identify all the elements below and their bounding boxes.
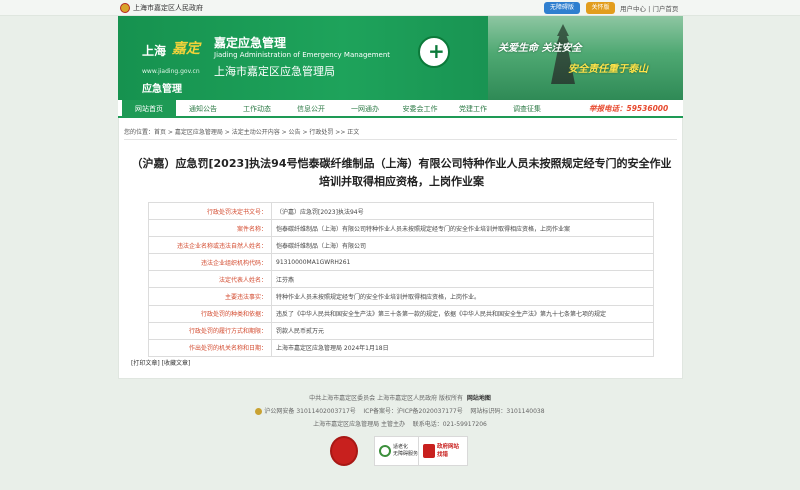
row-label: 作出处罚的机关名称和日期：	[148, 338, 272, 357]
footer-host: 上海市嘉定区应急管理局 主管主办	[313, 421, 406, 428]
banner-slogan-2: 安全责任重于泰山	[568, 64, 648, 75]
footer-copyright: 中共上海市嘉定区委员会 上海市嘉定区人民政府 版权所有	[309, 395, 463, 402]
table-row: 案件名称： 恺泰碳纤维制品（上海）有限公司特种作业人员未按照规定经专门的安全作业培…	[148, 219, 654, 238]
footer-icp[interactable]: ICP备案号：沪ICP备2020037177号	[363, 408, 462, 415]
elder-mode-button[interactable]: 关怀版	[586, 2, 615, 14]
row-label: 法定代表人姓名：	[148, 270, 272, 289]
nav-item-party-building[interactable]: 党建工作	[450, 100, 496, 118]
row-label: 违法企业名称或违法自然人姓名：	[148, 236, 272, 255]
banner-title-cn: 嘉定应急管理	[214, 36, 287, 50]
header-banner: 上海 嘉定 www.jiading.gov.cn 应急管理 嘉定应急管理 Jia…	[118, 16, 683, 100]
breadcrumb-path[interactable]: 首页 > 嘉定区应急管理局 > 法定主动公开内容 > 公告 > 行政处罚 >> …	[154, 129, 359, 136]
page-container: 上海 嘉定 www.jiading.gov.cn 应急管理 嘉定应急管理 Jia…	[118, 16, 683, 379]
footer-site-code: 网站标识码：3101140038	[470, 408, 545, 415]
report-hotline: 举报电话：59536000	[589, 104, 669, 113]
site-logo[interactable]: 上海 嘉定 www.jiading.gov.cn 应急管理	[128, 26, 208, 95]
elderly-accessibility-label: 适老化 无障碍服务	[393, 444, 419, 457]
emergency-seal-icon	[418, 36, 450, 68]
nav-item-survey[interactable]: 调查征集	[504, 100, 550, 118]
banner-agency-name: 上海市嘉定区应急管理局	[214, 65, 335, 78]
row-label: 主要违法事实：	[148, 287, 272, 306]
article-panel: 您的位置：首页 > 嘉定区应急管理局 > 法定主动公开内容 > 公告 > 行政处…	[118, 118, 683, 379]
footer-phone: 联系电话：021-59917206	[412, 421, 487, 428]
portal-home-link[interactable]: 门户首页	[652, 5, 678, 13]
breadcrumb-prefix: 您的位置：	[124, 129, 155, 136]
row-value: 罚款人民币贰万元	[271, 321, 654, 340]
footer-badges: 适老化 无障碍服务 政府网站 找错	[330, 436, 470, 468]
logo-city-text: 上海	[142, 44, 167, 58]
nav-item-work-news[interactable]: 工作动态	[234, 100, 280, 118]
row-value: 上海市嘉定区应急管理局 2024年1月18日	[271, 338, 654, 357]
nav-item-notices[interactable]: 通知公告	[180, 100, 226, 118]
footer-police-record[interactable]: 沪公网安备 31011402003717号	[264, 408, 355, 415]
table-row: 主要违法事实： 特种作业人员未按照规定经专门的安全作业培训并取得相应资格，上岗作业…	[148, 287, 654, 306]
favorite-article-link[interactable]: [收藏文章]	[162, 360, 191, 367]
row-value: （沪嘉）应急罚[2023]执法94号	[271, 201, 654, 221]
top-links: 用户中心 | 门户首页	[620, 5, 679, 13]
logo-url-text: www.jiading.gov.cn	[142, 68, 200, 75]
article-actions: [打印文章] [收藏文章]	[131, 358, 190, 367]
row-label: 行政处罚的履行方式和期限：	[148, 321, 272, 340]
banner-slogan-1: 关爱生命 关注安全	[498, 43, 582, 54]
barrier-free-button[interactable]: 无障碍版	[544, 2, 580, 14]
top-bar: 上海市嘉定区人民政府 无障碍版 关怀版 用户中心 | 门户首页	[0, 0, 800, 16]
penalty-info-table: 行政处罚决定书文号： （沪嘉）应急罚[2023]执法94号 案件名称： 恺泰碳纤维制品…	[148, 201, 654, 357]
user-center-link[interactable]: 用户中心	[620, 5, 646, 13]
row-value: 91310000MA1GWRH261	[271, 253, 654, 272]
article-title: （沪嘉）应急罚[2023]执法94号恺泰碳纤维制品（上海）有限公司特种作业人员未…	[131, 157, 672, 188]
row-value: 江芬燕	[271, 270, 654, 289]
nav-item-home[interactable]: 网站首页	[122, 100, 176, 118]
divider	[124, 139, 677, 140]
logo-name-text: 应急管理	[142, 84, 182, 95]
print-article-link[interactable]: [打印文章]	[131, 360, 160, 367]
national-emblem-icon	[120, 3, 130, 13]
row-label: 行政处罚决定书文号：	[148, 201, 272, 221]
accessibility-icon	[379, 445, 391, 457]
nav-item-safety-committee[interactable]: 安委会工作	[396, 100, 444, 118]
breadcrumb: 您的位置：首页 > 嘉定区应急管理局 > 法定主动公开内容 > 公告 > 行政处…	[124, 127, 359, 136]
table-row: 违法企业组织机构代码： 91310000MA1GWRH261	[148, 253, 654, 272]
sitemap-link[interactable]: 网站地图	[467, 395, 491, 402]
gov-site-icon	[423, 444, 435, 458]
row-value: 恺泰碳纤维制品（上海）有限公司特种作业人员未按照规定经专门的安全作业培训并取得相…	[271, 219, 654, 238]
row-value: 违反了《中华人民共和国安全生产法》第三十条第一款的规定，依据《中华人民共和国安全…	[271, 304, 654, 323]
nav-item-one-network[interactable]: 一网通办	[342, 100, 388, 118]
elderly-accessibility-badge[interactable]: 适老化 无障碍服务	[374, 436, 422, 466]
police-badge-icon	[255, 408, 263, 415]
banner-scenery-image	[488, 16, 683, 100]
gov-site-error-badge[interactable]: 政府网站 找错	[418, 436, 468, 466]
nav-item-info-disclosure[interactable]: 信息公开	[288, 100, 334, 118]
gov-site-error-label: 政府网站 找错	[437, 444, 460, 458]
row-value: 特种作业人员未按照规定经专门的安全作业培训并取得相应资格，上岗作业。	[271, 287, 654, 306]
table-row: 行政处罚决定书文号： （沪嘉）应急罚[2023]执法94号	[148, 201, 654, 221]
table-row: 法定代表人姓名： 江芬燕	[148, 270, 654, 289]
site-name-link[interactable]: 上海市嘉定区人民政府	[133, 3, 203, 13]
footer: 中共上海市嘉定区委员会 上海市嘉定区人民政府 版权所有 网站地图 沪公网安备 3…	[0, 392, 800, 431]
table-row: 行政处罚的种类和依据： 违反了《中华人民共和国安全生产法》第三十条第一款的规定，依…	[148, 304, 654, 323]
row-label: 行政处罚的种类和依据：	[148, 304, 272, 323]
row-label: 案件名称：	[148, 219, 272, 238]
row-value: 恺泰碳纤维制品（上海）有限公司	[271, 236, 654, 255]
logo-char-text: 嘉定	[172, 41, 200, 57]
table-row: 行政处罚的履行方式和期限： 罚款人民币贰万元	[148, 321, 654, 340]
main-nav: 网站首页 通知公告 工作动态 信息公开 一网通办 安委会工作 党建工作 调查征集…	[118, 100, 683, 118]
party-gov-badge-icon[interactable]	[330, 436, 358, 466]
banner-title-en: Jiading Administration of Emergency Mana…	[214, 51, 391, 59]
row-label: 违法企业组织机构代码：	[148, 253, 272, 272]
table-row: 违法企业名称或违法自然人姓名： 恺泰碳纤维制品（上海）有限公司	[148, 236, 654, 255]
table-row: 作出处罚的机关名称和日期： 上海市嘉定区应急管理局 2024年1月18日	[148, 338, 654, 357]
